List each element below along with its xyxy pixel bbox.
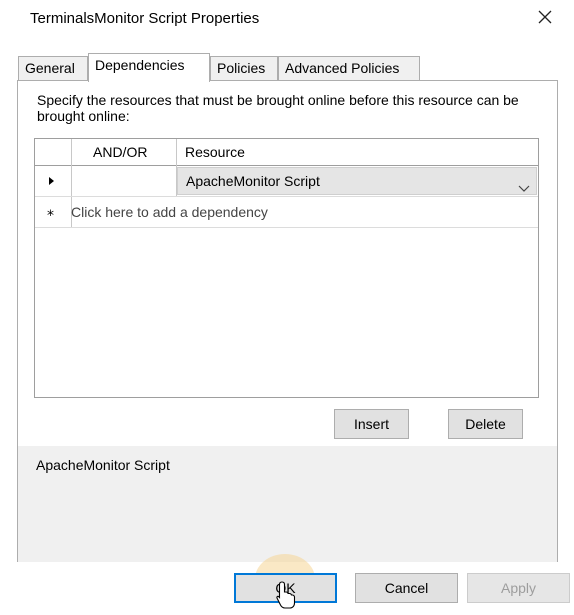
tab-general[interactable]: General (18, 56, 88, 80)
new-row[interactable]: * Click here to add a dependency (35, 197, 538, 228)
close-icon[interactable] (532, 4, 558, 30)
dependency-grid[interactable]: AND/OR Resource ApacheMonitor Script * C… (34, 138, 539, 398)
svg-text:*: * (47, 208, 54, 224)
table-row[interactable]: ApacheMonitor Script (35, 166, 538, 197)
resource-combobox-value: ApacheMonitor Script (186, 173, 320, 189)
row-selector[interactable] (35, 166, 71, 196)
new-row-asterisk-icon: * (47, 208, 54, 224)
delete-button[interactable]: Delete (448, 409, 523, 439)
tab-policies[interactable]: Policies (210, 56, 278, 80)
add-dependency-placeholder[interactable]: Click here to add a dependency (71, 197, 268, 227)
dependency-expression-area: ApacheMonitor Script (18, 446, 557, 562)
resource-combobox[interactable]: ApacheMonitor Script (177, 167, 537, 195)
apply-button: Apply (467, 573, 570, 603)
tab-general-label: General (25, 60, 75, 76)
grid-header: AND/OR Resource (35, 139, 538, 166)
insert-button[interactable]: Insert (334, 409, 409, 439)
column-header-andor[interactable]: AND/OR (93, 139, 147, 165)
tab-advanced-policies-label: Advanced Policies (285, 60, 400, 76)
tab-dependencies-label: Dependencies (95, 57, 185, 73)
dialog-title: TerminalsMonitor Script Properties (30, 10, 260, 27)
dependency-expression: ApacheMonitor Script (36, 457, 170, 473)
tab-policies-label: Policies (217, 60, 266, 76)
column-header-resource[interactable]: Resource (185, 139, 245, 165)
current-row-arrow-icon (49, 177, 54, 185)
dependencies-description: Specify the resources that must be broug… (37, 92, 519, 124)
cancel-button[interactable]: Cancel (355, 573, 458, 603)
tab-strip: General Dependencies Policies Advanced P… (18, 53, 558, 82)
new-row-selector: * (35, 197, 71, 227)
tab-dependencies[interactable]: Dependencies (88, 53, 210, 82)
mouse-pointer-icon (275, 580, 297, 613)
tab-advanced-policies[interactable]: Advanced Policies (278, 56, 420, 80)
dependencies-panel: Specify the resources that must be broug… (17, 80, 558, 562)
